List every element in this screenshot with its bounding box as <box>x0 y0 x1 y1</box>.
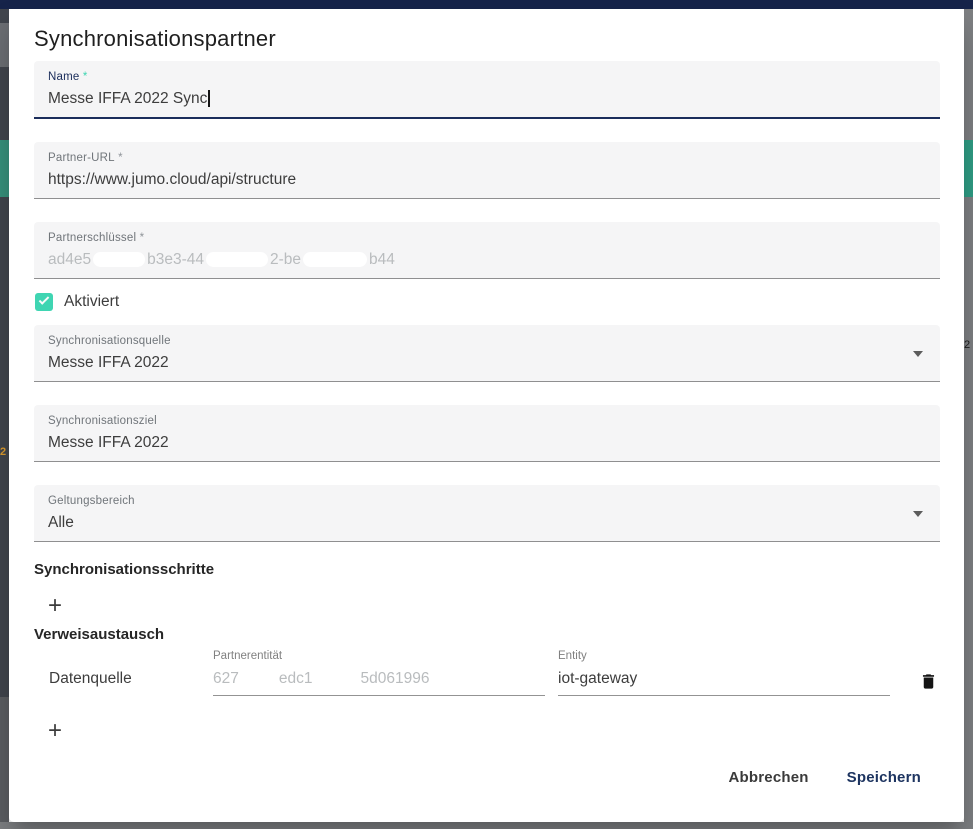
redaction-block <box>93 252 145 267</box>
dialog-actions: Abbrechen Speichern <box>34 760 940 796</box>
name-field-label: Name * <box>48 71 926 84</box>
background-left-text-fragment: 2 <box>0 446 6 458</box>
redaction-block <box>241 671 277 686</box>
text-caret <box>208 90 210 107</box>
required-marker: * <box>118 152 123 164</box>
sync-target-label: Synchronisationsziel <box>48 415 926 428</box>
sync-source-label: Synchronisationsquelle <box>48 335 926 348</box>
partner-url-field-value: https://www.jumo.cloud/api/structure <box>48 170 926 190</box>
sync-target-value: Messe IFFA 2022 <box>48 433 926 453</box>
background-left-bottom-segment <box>0 697 9 829</box>
background-left-edge: 2 <box>0 9 9 829</box>
entity-label: Entity <box>558 650 890 663</box>
entity-value: iot-gateway <box>558 669 890 689</box>
aktiviert-checkbox-label[interactable]: Aktiviert <box>64 293 119 311</box>
scope-value: Alle <box>48 513 926 533</box>
aktiviert-checkbox-row: Aktiviert <box>35 292 940 312</box>
sync-target-field[interactable]: Synchronisationsziel Messe IFFA 2022 <box>34 405 940 462</box>
sync-steps-heading: Synchronisationsschritte <box>34 560 940 579</box>
add-sync-step-button[interactable]: + <box>44 593 66 619</box>
partner-key-field[interactable]: Partnerschlüssel * ad4e5b3e3-442-beb44 <box>34 222 940 279</box>
datasource-label: Datenquelle <box>34 650 213 688</box>
partner-entity-value: 627edc15d061996 <box>213 669 545 689</box>
background-right-teal-segment <box>964 140 973 197</box>
entity-input[interactable]: Entity iot-gateway <box>558 650 890 696</box>
delete-row-button[interactable] <box>919 671 938 692</box>
sync-partner-dialog: Synchronisationspartner Name * Messe IFF… <box>9 9 964 822</box>
save-button[interactable]: Speichern <box>843 760 925 796</box>
required-marker: * <box>140 232 145 244</box>
cancel-button[interactable]: Abbrechen <box>725 760 813 796</box>
reference-exchange-heading: Verweisaustausch <box>34 625 940 644</box>
partner-url-field-label: Partner-URL * <box>48 152 926 165</box>
partner-entity-input[interactable]: Partnerentität 627edc15d061996 <box>213 650 545 696</box>
name-field[interactable]: Name * Messe IFFA 2022 Sync <box>34 61 940 119</box>
chevron-down-icon <box>913 511 923 517</box>
redaction-block <box>303 252 367 267</box>
background-left-teal-segment <box>0 140 9 197</box>
required-marker: * <box>83 71 88 83</box>
name-field-value: Messe IFFA 2022 Sync <box>48 89 926 109</box>
scope-label: Geltungsbereich <box>48 495 926 508</box>
sync-source-value: Messe IFFA 2022 <box>48 353 926 373</box>
background-top-bar <box>0 0 973 9</box>
chevron-down-icon <box>913 351 923 357</box>
background-right-edge: 2 <box>964 9 973 829</box>
scope-select[interactable]: Geltungsbereich Alle <box>34 485 940 542</box>
aktiviert-checkbox[interactable] <box>35 293 53 311</box>
redaction-block <box>206 252 268 267</box>
background-bottom-edge <box>0 822 973 829</box>
check-icon <box>39 294 50 305</box>
partner-url-field[interactable]: Partner-URL * https://www.jumo.cloud/api… <box>34 142 940 199</box>
partner-key-field-value: ad4e5b3e3-442-beb44 <box>48 250 926 270</box>
dialog-title: Synchronisationspartner <box>34 25 940 53</box>
background-left-gray-segment <box>0 23 9 67</box>
reference-exchange-row: Datenquelle Partnerentität 627edc15d0619… <box>34 650 940 696</box>
background-right-text-fragment: 2 <box>964 339 970 351</box>
redaction-block <box>315 671 359 686</box>
partner-key-field-label: Partnerschlüssel * <box>48 232 926 245</box>
partner-entity-label: Partnerentität <box>213 650 545 663</box>
sync-source-select[interactable]: Synchronisationsquelle Messe IFFA 2022 <box>34 325 940 382</box>
add-reference-button[interactable]: + <box>44 718 66 744</box>
trash-icon <box>919 671 938 692</box>
